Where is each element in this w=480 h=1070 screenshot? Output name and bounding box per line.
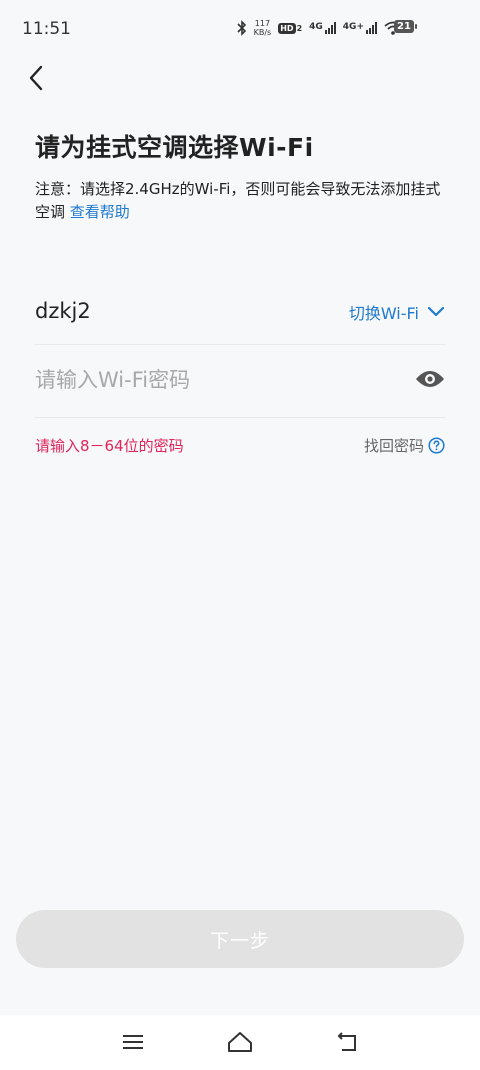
show-password-toggle[interactable] [415, 369, 445, 389]
network-speed-value: 117 [254, 19, 271, 28]
wifi-ssid: dzkj2 [35, 299, 91, 323]
switch-wifi-label: 切换Wi-Fi [348, 304, 419, 323]
battery-icon: 21 [394, 20, 418, 33]
wifi-selection-row: dzkj2 切换Wi-Fi [35, 290, 445, 345]
system-nav-bar [0, 1015, 480, 1070]
bluetooth-icon [237, 20, 247, 36]
back-button[interactable] [20, 62, 52, 94]
chevron-left-icon [29, 65, 43, 91]
hd-sub: 2 [296, 23, 303, 33]
password-hint-row: 请输入8－64位的密码 找回密码 [35, 433, 445, 459]
help-circle-icon [428, 437, 445, 454]
help-link[interactable]: 查看帮助 [70, 203, 130, 221]
eye-icon [416, 371, 444, 387]
notice-text: 注意：请选择2.4GHz的Wi-Fi，否则可能会导致无法添加挂式空调 查看帮助 [35, 178, 450, 224]
password-input[interactable] [35, 365, 395, 395]
status-icons: 117 KB/s HD 2 4G 4G+ [237, 16, 402, 40]
signal-4g-plus-icon: 4G+ [343, 22, 377, 34]
hd-voice-icon: HD 2 [278, 22, 303, 34]
signal-4g-label: 4G [309, 22, 323, 32]
forgot-password-label: 找回密码 [363, 437, 424, 455]
hd-label: HD [278, 22, 296, 34]
forgot-password-link[interactable]: 找回密码 [364, 435, 445, 456]
battery-level: 21 [394, 20, 414, 33]
home-icon [228, 1032, 252, 1052]
back-nav-button[interactable] [332, 1029, 362, 1055]
password-row [35, 345, 445, 418]
network-speed-unit: KB/s [253, 28, 272, 37]
page-title: 请为挂式空调选择Wi-Fi [35, 133, 314, 162]
status-bar: 11:51 117 KB/s HD 2 4G 4G+ 21 [0, 0, 480, 58]
home-button[interactable] [225, 1029, 255, 1055]
signal-4g-icon: 4G [309, 22, 336, 34]
return-icon [337, 1032, 356, 1051]
password-hint: 请输入8－64位的密码 [35, 437, 184, 455]
next-step-button[interactable]: 下一步 [16, 910, 464, 968]
switch-wifi-button[interactable]: 切换Wi-Fi [349, 300, 445, 324]
menu-icon [123, 1035, 143, 1049]
network-speed: 117 KB/s [254, 19, 272, 37]
chevron-down-icon [427, 306, 445, 317]
status-time: 11:51 [22, 19, 71, 39]
recent-apps-button[interactable] [118, 1029, 148, 1055]
signal-4g-plus-label: 4G+ [342, 22, 364, 32]
